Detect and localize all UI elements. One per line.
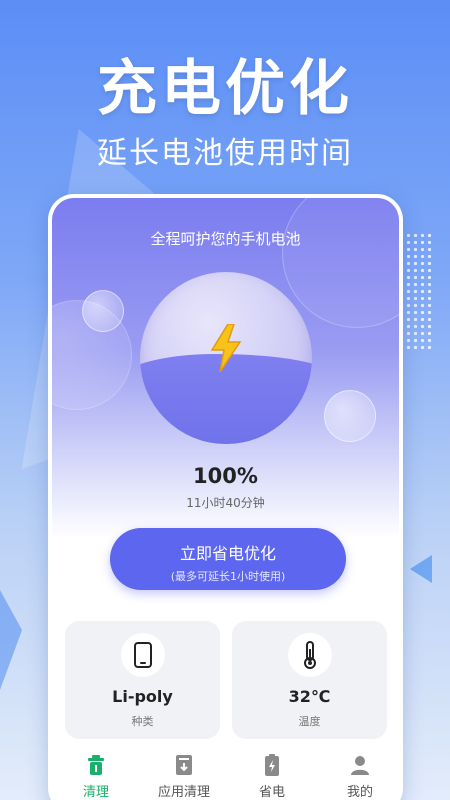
temperature-card: 32℃ 温度 — [232, 621, 387, 739]
screen-caption: 全程呵护您的手机电池 — [150, 230, 301, 248]
phone-mockup: 全程呵护您的手机电池 100% 11小时40分钟 立即省电优化 (最多可延长1小… — [48, 194, 403, 800]
temperature-label: 温度 — [298, 715, 321, 728]
tab-mine[interactable]: 我的 — [316, 754, 399, 800]
tab-clean[interactable]: 清理 — [52, 754, 140, 800]
bottom-tab-bar: 清理 应用清理 省电 我的 — [52, 748, 399, 800]
phone-icon — [121, 633, 165, 677]
remaining-time: 11小时40分钟 — [186, 496, 265, 510]
thermometer-icon — [288, 633, 332, 677]
decorative-bubble — [324, 390, 376, 442]
optimize-button[interactable]: 立即省电优化 (最多可延长1小时使用) — [110, 528, 346, 590]
tab-label: 清理 — [82, 785, 109, 800]
background-shape — [0, 590, 22, 690]
optimize-button-sublabel: (最多可延长1小时使用) — [170, 570, 286, 583]
battery-type-value: Li-poly — [112, 687, 173, 706]
battery-sphere — [140, 272, 312, 444]
app-clean-icon — [176, 755, 192, 775]
hero-subtitle: 延长电池使用时间 — [97, 136, 353, 171]
dot-pattern — [398, 232, 432, 352]
battery-type-label: 种类 — [131, 715, 154, 728]
hero-title: 充电优化 — [97, 54, 353, 124]
trash-icon — [88, 755, 104, 775]
tab-label: 我的 — [346, 785, 373, 800]
tab-power-save[interactable]: 省电 — [228, 754, 316, 800]
battery-type-card: Li-poly 种类 — [65, 621, 220, 739]
battery-icon — [265, 754, 279, 776]
tab-label: 省电 — [258, 785, 285, 800]
tab-app-clean[interactable]: 应用清理 — [140, 754, 228, 800]
temperature-value: 32℃ — [288, 687, 331, 706]
user-icon — [351, 756, 369, 775]
optimize-button-label: 立即省电优化 — [179, 544, 276, 563]
battery-percent: 100% — [193, 464, 258, 488]
lightning-icon — [210, 324, 242, 372]
background-shape — [410, 555, 432, 583]
tab-label: 应用清理 — [157, 785, 210, 800]
